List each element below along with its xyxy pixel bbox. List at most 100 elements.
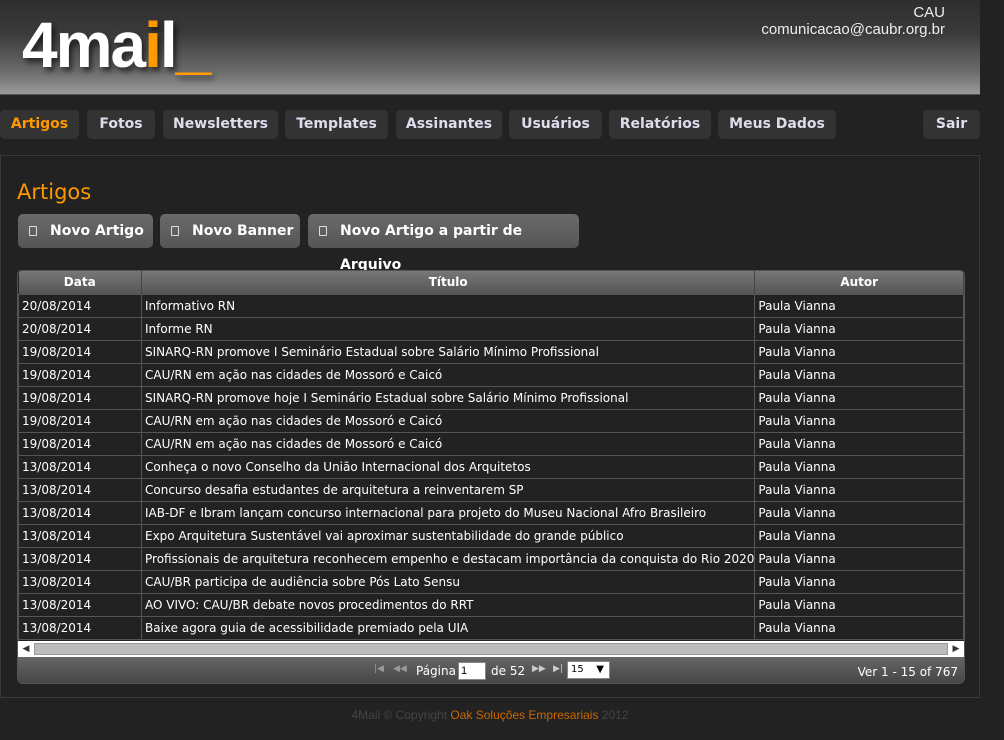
cell-date: 13/08/2014 (18, 569, 142, 594)
table-row[interactable]: 19/08/2014 CAU/RN em ação nas cidades de … (18, 362, 964, 387)
cell-date: 13/08/2014 (18, 454, 142, 479)
cell-date: 19/08/2014 (18, 408, 142, 433)
table-row[interactable]: 20/08/2014 Informe RN Paula Vianna (18, 316, 964, 341)
cell-author: Paula Vianna (754, 316, 964, 341)
table-row[interactable]: 13/08/2014 CAU/BR participa de audiência … (18, 569, 964, 594)
first-page-icon[interactable]: |◀ (374, 664, 384, 674)
cell-date: 19/08/2014 (18, 385, 142, 410)
footer: 4Mail © Copyright Oak Soluções Empresari… (0, 708, 980, 722)
table-row[interactable]: 20/08/2014 Informativo RN Paula Vianna (18, 293, 964, 318)
chevron-down-icon: ▼ (596, 664, 604, 675)
button-label: Novo Artigo (50, 223, 144, 239)
cell-title: AO VIVO: CAU/BR debate novos procediment… (140, 592, 756, 617)
cell-title: Baixe agora guia de acessibilidade premi… (140, 615, 756, 640)
page-input[interactable] (458, 662, 486, 680)
table-row[interactable]: 13/08/2014 IAB-DF e Ibram lançam concurso… (18, 500, 964, 525)
cell-title: SINARQ-RN promove hoje I Seminário Estad… (140, 385, 756, 410)
cell-date: 13/08/2014 (18, 615, 142, 640)
cell-title: CAU/RN em ação nas cidades de Mossoró e … (140, 408, 756, 433)
tab-newsletters[interactable]: Newsletters (163, 110, 278, 139)
page-label: Página (416, 664, 456, 678)
page-title: Artigos (17, 180, 92, 204)
user-info: CAU comunicacao@caubr.org.br (761, 4, 945, 38)
cell-author: Paula Vianna (754, 615, 964, 640)
prev-page-icon[interactable]: ◀◀ (393, 664, 407, 674)
cell-title: Expo Arquitetura Sustentável vai aproxim… (140, 523, 756, 548)
account-email: comunicacao@caubr.org.br (761, 21, 945, 38)
cell-author: Paula Vianna (754, 546, 964, 571)
cell-author: Paula Vianna (754, 500, 964, 525)
cell-date: 13/08/2014 (18, 523, 142, 548)
cell-title: Informativo RN (140, 293, 756, 318)
cell-date: 19/08/2014 (18, 431, 142, 456)
articles-grid: Data Título Autor 20/08/2014 Informativo … (17, 270, 965, 684)
column-header-date[interactable]: Data (18, 271, 142, 294)
cell-date: 13/08/2014 (18, 477, 142, 502)
new-article-button[interactable]: Novo Artigo (18, 214, 153, 248)
tab-meus-dados[interactable]: Meus Dados (718, 110, 836, 139)
cell-date: 13/08/2014 (18, 500, 142, 525)
logout-button[interactable]: Sair (923, 110, 980, 139)
column-header-author[interactable]: Autor (754, 271, 964, 294)
cell-title: CAU/BR participa de audiência sobre Pós … (140, 569, 756, 594)
cell-title: Informe RN (140, 316, 756, 341)
table-row[interactable]: 13/08/2014 AO VIVO: CAU/BR debate novos p… (18, 592, 964, 617)
tab-relatorios[interactable]: Relatórios (609, 110, 711, 139)
button-label: Novo Banner (192, 223, 294, 239)
page-count: de 52 (491, 664, 526, 678)
tab-templates[interactable]: Templates (285, 110, 388, 139)
table-row[interactable]: 13/08/2014 Profissionais de arquitetura r… (18, 546, 964, 571)
column-header-title[interactable]: Título (141, 271, 756, 294)
scroll-right-icon[interactable]: ▶ (948, 641, 964, 657)
cell-date: 20/08/2014 (18, 316, 142, 341)
cell-title: Concurso desafia estudantes de arquitetu… (140, 477, 756, 502)
cell-author: Paula Vianna (754, 454, 964, 479)
scroll-left-icon[interactable]: ◀ (18, 641, 34, 657)
document-icon (319, 226, 327, 236)
table-row[interactable]: 19/08/2014 SINARQ-RN promove hoje I Semin… (18, 385, 964, 410)
page-size-value: 15 (571, 664, 584, 675)
cell-author: Paula Vianna (754, 569, 964, 594)
records-summary: Ver 1 - 15 of 767 (857, 665, 958, 679)
cell-author: Paula Vianna (754, 362, 964, 387)
document-icon (29, 226, 37, 236)
new-banner-button[interactable]: Novo Banner (160, 214, 300, 248)
header: 4mail_ CAU comunicacao@caubr.org.br (0, 0, 980, 95)
table-row[interactable]: 13/08/2014 Expo Arquitetura Sustentável v… (18, 523, 964, 548)
cell-author: Paula Vianna (754, 339, 964, 364)
tab-fotos[interactable]: Fotos (87, 110, 155, 139)
cell-author: Paula Vianna (754, 385, 964, 410)
table-row[interactable]: 19/08/2014 CAU/RN em ação nas cidades de … (18, 431, 964, 456)
table-row[interactable]: 19/08/2014 CAU/RN em ação nas cidades de … (18, 408, 964, 433)
tab-artigos[interactable]: Artigos (0, 110, 79, 139)
cell-date: 19/08/2014 (18, 362, 142, 387)
table-row[interactable]: 19/08/2014 SINARQ-RN promove I Seminário … (18, 339, 964, 364)
table-row[interactable]: 13/08/2014 Baixe agora guia de acessibili… (18, 615, 964, 640)
last-page-icon[interactable]: ▶| (553, 664, 563, 674)
content-panel: Artigos Novo Artigo Novo Banner Novo Art… (0, 155, 980, 698)
next-page-icon[interactable]: ▶▶ (532, 664, 546, 674)
company-link[interactable]: Oak Soluções Empresariais (450, 708, 598, 722)
cell-author: Paula Vianna (754, 477, 964, 502)
copyright-text: 4Mail © Copyright (351, 708, 448, 722)
new-article-from-file-button[interactable]: Novo Artigo a partir de Arquivo (308, 214, 579, 273)
cell-date: 13/08/2014 (18, 546, 142, 571)
tab-usuarios[interactable]: Usuários (509, 110, 602, 139)
articles-table: Data Título Autor 20/08/2014 Informativo … (18, 271, 964, 640)
cell-date: 19/08/2014 (18, 339, 142, 364)
main-nav: Artigos Fotos Newsletters Templates Assi… (0, 110, 980, 139)
tab-assinantes[interactable]: Assinantes (396, 110, 502, 139)
pager: |◀ ◀◀ Página de 52 ▶▶ ▶| 15 ▼ Ver 1 - 15 … (18, 657, 964, 683)
cell-author: Paula Vianna (754, 431, 964, 456)
cell-title: Conheça o novo Conselho da União Interna… (140, 454, 756, 479)
cell-date: 20/08/2014 (18, 293, 142, 318)
cell-title: IAB-DF e Ibram lançam concurso internaci… (140, 500, 756, 525)
account-name: CAU (913, 4, 945, 21)
horizontal-scrollbar[interactable]: ◀ ▶ (18, 641, 964, 657)
page-size-select[interactable]: 15 ▼ (567, 661, 610, 679)
cell-author: Paula Vianna (754, 592, 964, 617)
scrollbar-thumb[interactable] (34, 643, 948, 655)
table-row[interactable]: 13/08/2014 Conheça o novo Conselho da Uni… (18, 454, 964, 479)
table-row[interactable]: 13/08/2014 Concurso desafia estudantes de… (18, 477, 964, 502)
cell-author: Paula Vianna (754, 523, 964, 548)
